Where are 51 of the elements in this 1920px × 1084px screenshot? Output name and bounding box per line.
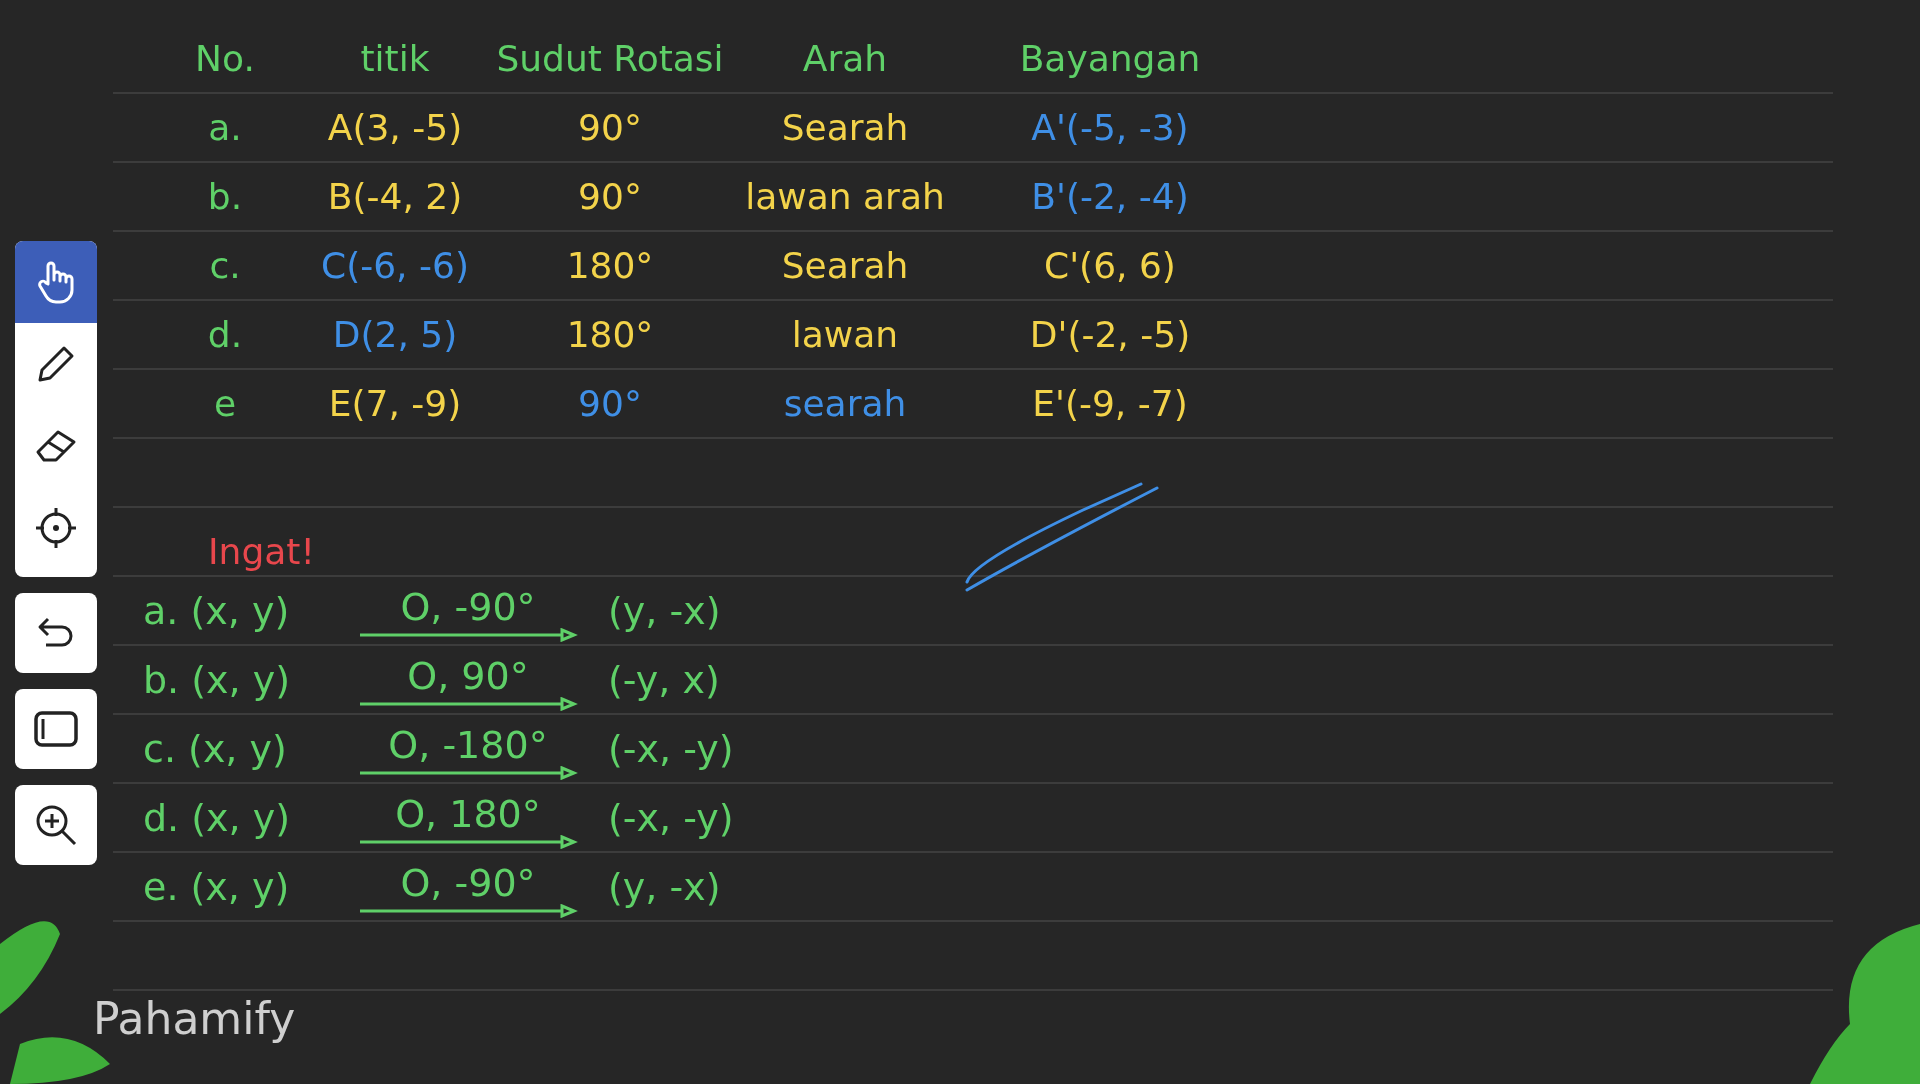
rule-label: e. (x, y) (143, 864, 291, 909)
rule-label: c. (x, y) (143, 726, 288, 771)
table-cell-text: Searah (780, 107, 910, 148)
toolbar-button[interactable] (15, 689, 97, 769)
table-cell-text: D(2, 5) (331, 314, 459, 355)
table-cell-text: 90° (577, 383, 643, 424)
column-header: titik (359, 38, 431, 79)
table-cell-text: Searah (780, 245, 910, 286)
table-cell-text: D'(-2, -5) (1028, 314, 1192, 355)
table-cell-text: C(-6, -6) (320, 245, 470, 286)
table-cell-text: 90° (577, 176, 643, 217)
table-cell-text: B(-4, 2) (326, 176, 464, 217)
table-cell-text: b. (206, 176, 244, 217)
column-header: Sudut Rotasi (495, 38, 725, 79)
tool-button[interactable] (15, 241, 97, 323)
rule-result: (y, -x) (608, 588, 721, 633)
table-cell-text: 90° (577, 107, 643, 148)
column-header: Bayangan (1018, 38, 1202, 79)
note-title: Ingat! (208, 531, 315, 572)
rotation-label: O, -90° (400, 587, 536, 626)
rotation-label: O, 90° (407, 656, 529, 695)
rotation-label: O, 180° (395, 794, 541, 833)
toolbar-button[interactable] (15, 785, 97, 865)
table-cell-text: 180° (565, 245, 655, 286)
table-cell-text: C'(6, 6) (1043, 245, 1177, 286)
rule-label: b. (x, y) (143, 657, 292, 702)
rule-result: (-y, x) (608, 657, 720, 702)
toolbar-button[interactable] (15, 593, 97, 673)
rotation-label: O, -90° (400, 863, 536, 902)
rule-label: a. (x, y) (143, 588, 291, 633)
logo-text: Pahamify (93, 993, 297, 1044)
table-cell-text: A'(-5, -3) (1030, 107, 1190, 148)
table-cell-text: lawan arah (744, 176, 946, 217)
rule-result: (-x, -y) (608, 726, 734, 771)
table-cell-text: e (212, 383, 238, 424)
column-header: Arah (801, 38, 889, 79)
table-cell-text: E'(-9, -7) (1031, 383, 1189, 424)
rotation-label: O, -180° (388, 725, 548, 764)
table-cell-text: searah (782, 383, 908, 424)
rule-result: (y, -x) (608, 864, 721, 909)
table-cell-text: lawan (790, 314, 900, 355)
table-cell-text: B'(-2, -4) (1030, 176, 1190, 217)
table-cell-text: 180° (565, 314, 655, 355)
table-cell-text: d. (206, 314, 244, 355)
table-cell-text: a. (207, 107, 243, 148)
rule-label: d. (x, y) (143, 795, 292, 840)
column-header: No. (194, 38, 256, 79)
table-cell-text: A(3, -5) (326, 107, 464, 148)
table-cell-text: c. (208, 245, 242, 286)
table-cell-text: E(7, -9) (327, 383, 463, 424)
rule-result: (-x, -y) (608, 795, 734, 840)
